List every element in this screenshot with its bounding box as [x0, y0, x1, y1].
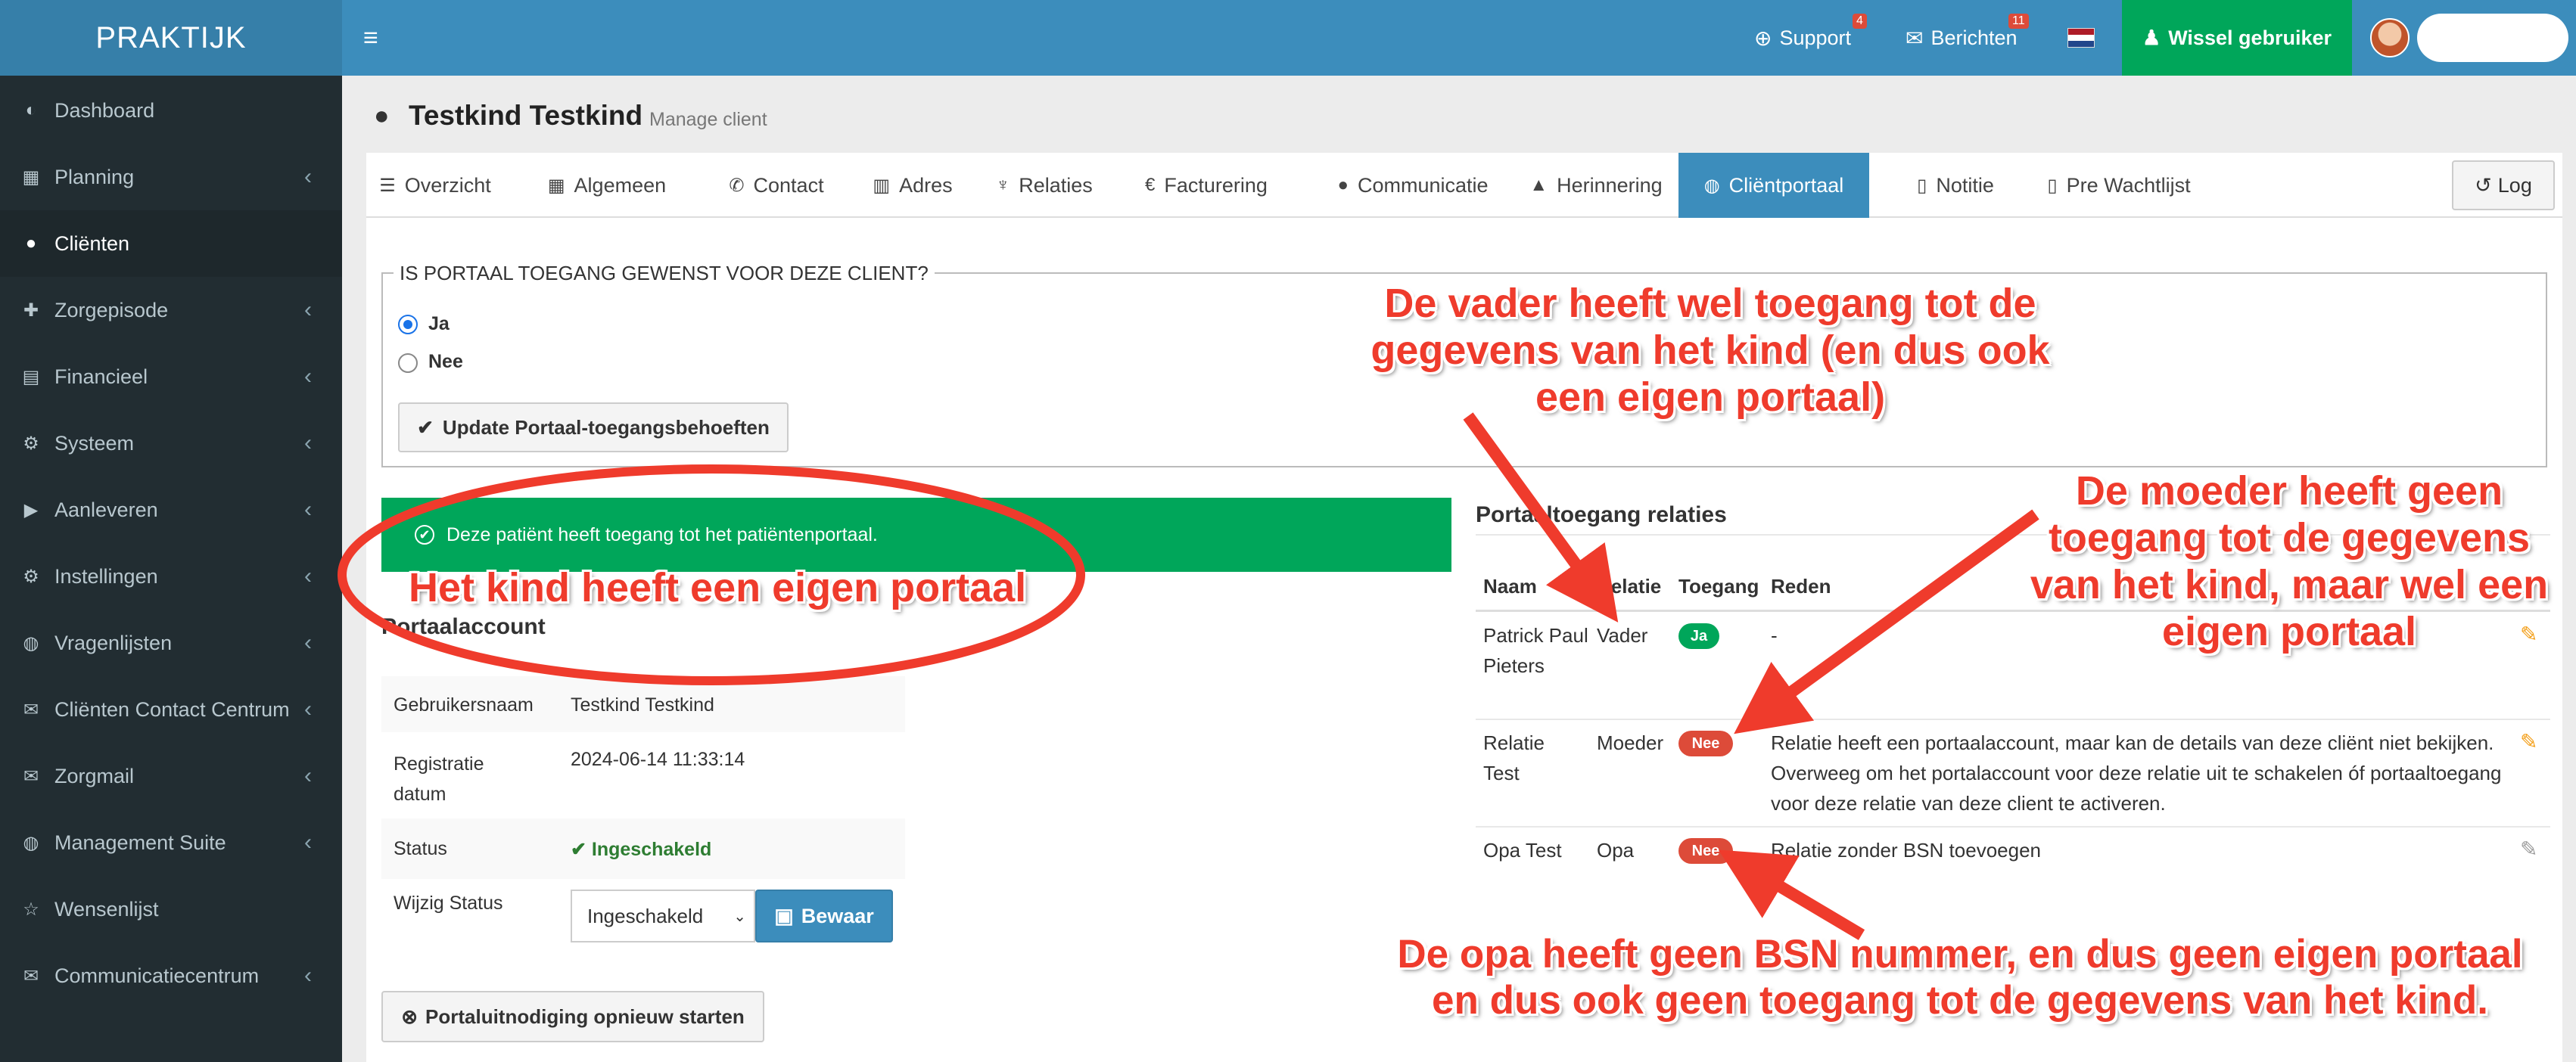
annotation-arrow-opa	[1718, 849, 1865, 940]
annotation-vader: De vader heeft wel toegang tot de gegeve…	[1370, 281, 2050, 421]
annotation-kind: Het kind heeft een eigen portaal	[409, 565, 1027, 610]
annotation-moeder: De moeder heeft geen toegang tot de gege…	[2030, 468, 2549, 655]
annotation-opa: De opa heeft geen BSN nummer, en dus gee…	[1397, 932, 2523, 1023]
annotation-arrow-moeder	[1734, 509, 2039, 734]
annotation-arrow-vader	[1463, 412, 1619, 623]
